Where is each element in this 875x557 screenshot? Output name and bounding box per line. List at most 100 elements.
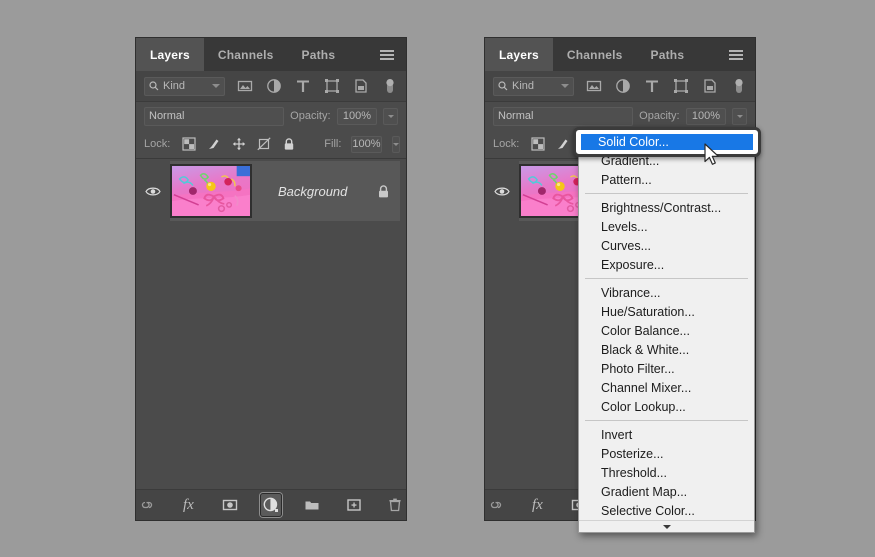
lock-position-icon[interactable] [232,137,246,151]
layer-mask-icon [222,499,237,511]
fill-stepper[interactable] [391,135,400,153]
menu-item-photo-filter[interactable]: Photo Filter... [579,359,754,378]
tab-layers[interactable]: Layers [136,38,204,71]
folder-icon [305,501,319,510]
layer-visibility-toggle[interactable] [485,161,519,221]
lock-label: Lock: [144,138,171,150]
filter-icon-group [237,78,398,94]
blend-mode-row: Normal Opacity: 100% [485,102,755,130]
tab-layers[interactable]: Layers [485,38,553,71]
layer-style-button[interactable]: fx [177,493,199,517]
menu-item-hue-saturation[interactable]: Hue/Saturation... [579,302,754,321]
layer-visibility-toggle[interactable] [136,161,170,221]
panel-tabbar: Layers Channels Paths [485,38,755,71]
chevron-down-icon [392,142,399,146]
menu-item-threshold[interactable]: Threshold... [579,463,754,482]
layer-filter-row: Kind [136,71,406,102]
chevron-down-icon [387,114,394,118]
search-icon [498,81,508,91]
fx-icon: fx [183,496,194,513]
menu-separator [585,193,748,194]
filter-adjustment-layers-icon[interactable] [266,78,282,94]
filter-smart-objects-icon[interactable] [702,78,718,94]
opacity-stepper[interactable] [383,107,398,125]
lock-all-icon[interactable] [282,137,296,151]
lock-icon-group [182,137,296,151]
tab-paths[interactable]: Paths [637,38,699,71]
menu-item-selective-color[interactable]: Selective Color... [579,501,754,520]
menu-item-exposure[interactable]: Exposure... [579,255,754,274]
eye-visibility-icon [494,187,510,195]
menu-item-vibrance[interactable]: Vibrance... [579,283,754,302]
chevron-down-icon [662,524,671,529]
add-layer-mask-button[interactable] [219,493,241,517]
filter-toggle-switch-icon[interactable] [382,78,398,94]
fill-input[interactable]: 100% [351,135,382,153]
trash-icon [389,498,401,512]
tab-channels[interactable]: Channels [204,38,288,71]
panel-options-menu-button[interactable] [374,38,400,71]
link-icon [142,501,153,509]
menu-item-pattern[interactable]: Pattern... [579,170,754,189]
filter-kind-select[interactable]: Kind [144,76,225,96]
link-layers-button[interactable] [485,493,507,517]
filter-kind-label: Kind [512,80,535,92]
filter-toggle-switch-icon[interactable] [731,78,747,94]
opacity-stepper[interactable] [732,107,747,125]
filter-icon-group [586,78,747,94]
adjustment-layer-icon [263,497,278,512]
filter-type-layers-icon[interactable] [295,78,311,94]
chevron-down-icon [561,84,569,88]
lock-transparent-pixels-icon[interactable] [182,137,196,151]
menu-item-solid-color-focus-ring[interactable]: Solid Color... [573,127,761,157]
menu-item-brightness-contrast[interactable]: Brightness/Contrast... [579,198,754,217]
layers-panel-left: Layers Channels Paths Kind Normal Opacit… [136,38,406,520]
menu-item-levels[interactable]: Levels... [579,217,754,236]
opacity-input[interactable]: 100% [336,107,378,125]
fx-icon: fx [532,496,543,513]
filter-pixel-layers-icon[interactable] [237,78,253,94]
chevron-down-icon [212,84,220,88]
link-layers-button[interactable] [136,493,158,517]
panel-options-menu-button[interactable] [723,38,749,71]
menu-separator [585,278,748,279]
filter-kind-select[interactable]: Kind [493,76,574,96]
new-group-button[interactable] [301,493,323,517]
lock-artboard-nesting-icon[interactable] [257,137,271,151]
new-layer-button[interactable] [342,493,364,517]
filter-type-layers-icon[interactable] [644,78,660,94]
lock-transparent-pixels-icon[interactable] [531,137,545,151]
filter-shape-layers-icon[interactable] [673,78,689,94]
layer-thumbnail[interactable] [170,164,252,218]
layer-style-button[interactable]: fx [526,493,548,517]
lock-image-pixels-icon[interactable] [207,137,221,151]
menu-item-invert[interactable]: Invert [579,425,754,444]
opacity-input[interactable]: 100% [685,107,727,125]
tab-paths[interactable]: Paths [288,38,350,71]
new-adjustment-layer-menu: Solid Color... Gradient... Pattern... Br… [578,128,755,533]
filter-smart-objects-icon[interactable] [353,78,369,94]
menu-item-solid-color-highlighted[interactable]: Solid Color... [581,134,753,150]
menu-item-black-and-white[interactable]: Black & White... [579,340,754,359]
hamburger-menu-icon [729,49,743,60]
menu-scroll-down-button[interactable] [579,520,754,532]
menu-item-channel-mixer[interactable]: Channel Mixer... [579,378,754,397]
layer-name-label[interactable]: Background [252,184,366,199]
eye-visibility-icon [145,187,161,195]
menu-item-color-lookup[interactable]: Color Lookup... [579,397,754,416]
table-row[interactable]: Background [136,161,400,221]
menu-item-posterize[interactable]: Posterize... [579,444,754,463]
blend-mode-select[interactable]: Normal [493,106,634,126]
filter-pixel-layers-icon[interactable] [586,78,602,94]
blend-mode-select[interactable]: Normal [144,106,285,126]
filter-adjustment-layers-icon[interactable] [615,78,631,94]
filter-shape-layers-icon[interactable] [324,78,340,94]
lock-image-pixels-icon[interactable] [556,137,570,151]
menu-item-gradient-map[interactable]: Gradient Map... [579,482,754,501]
menu-item-curves[interactable]: Curves... [579,236,754,255]
menu-item-color-balance[interactable]: Color Balance... [579,321,754,340]
new-adjustment-layer-button[interactable] [259,493,283,517]
link-icon [491,501,502,509]
tab-channels[interactable]: Channels [553,38,637,71]
delete-layer-button[interactable] [384,493,406,517]
